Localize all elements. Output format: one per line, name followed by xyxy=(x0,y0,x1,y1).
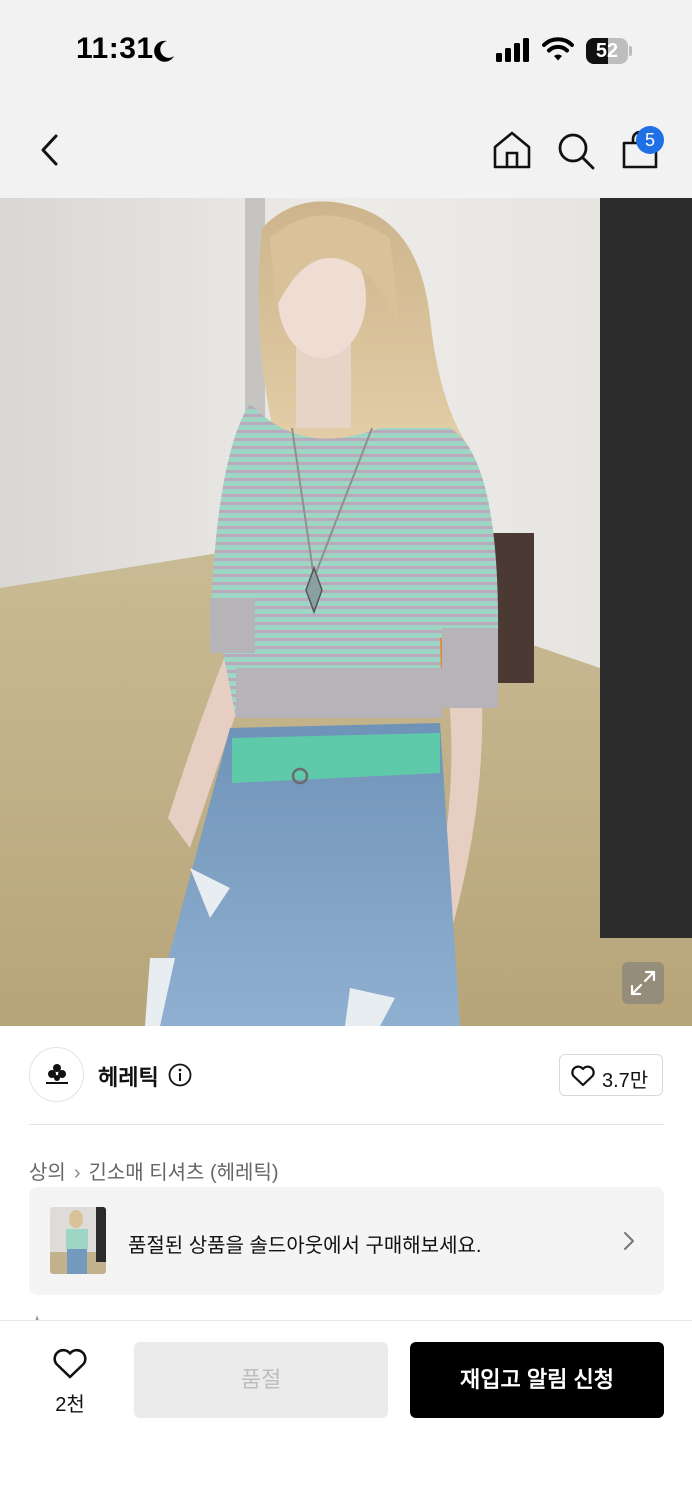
restock-alert-button[interactable]: 재입고 알림 신청 xyxy=(410,1342,664,1418)
breadcrumb-subcategory[interactable]: 긴소매 티셔츠 (헤레틱) xyxy=(88,1156,278,1185)
back-icon[interactable] xyxy=(36,132,64,168)
brand-like-button[interactable]: 3.7만 xyxy=(559,1054,663,1096)
wishlist-count: 2천 xyxy=(55,1394,85,1416)
product-image[interactable] xyxy=(0,198,692,1026)
home-icon[interactable] xyxy=(492,130,532,170)
soldout-button: 품절 xyxy=(134,1342,388,1418)
peeking-content: ★ xyxy=(29,1312,45,1320)
banner-thumbnail xyxy=(50,1207,106,1274)
brand-logo[interactable] xyxy=(29,1047,84,1102)
soldout-redirect-banner[interactable]: 품절된 상품을 솔드아웃에서 구매해보세요. xyxy=(29,1187,664,1295)
info-icon[interactable] xyxy=(168,1063,192,1087)
breadcrumb: 상의 › 긴소매 티셔츠 (헤레틱) xyxy=(29,1156,279,1185)
wishlist-button[interactable]: 2천 xyxy=(40,1342,100,1418)
expand-icon xyxy=(630,970,656,996)
search-icon[interactable] xyxy=(556,131,596,171)
divider xyxy=(29,1124,664,1125)
expand-image-button[interactable] xyxy=(622,962,664,1004)
wifi-icon xyxy=(542,37,574,61)
brand-like-count: 3.7만 xyxy=(602,1070,649,1092)
battery-percent: 52 xyxy=(595,40,619,62)
cart-count-badge: 5 xyxy=(636,126,664,154)
brand-name[interactable]: 헤레틱 xyxy=(98,1060,159,1092)
banner-text: 품절된 상품을 솔드아웃에서 구매해보세요. xyxy=(128,1235,482,1257)
battery-icon: 52 xyxy=(586,38,632,64)
chevron-right-icon xyxy=(624,1232,634,1250)
breadcrumb-category[interactable]: 상의 xyxy=(29,1156,66,1185)
heart-icon xyxy=(53,1348,87,1379)
brand-logo-mark xyxy=(46,1064,68,1084)
status-time: 11:31 xyxy=(76,32,154,65)
chevron-right-icon: › xyxy=(73,1162,81,1184)
heart-icon xyxy=(571,1065,595,1087)
moon-icon xyxy=(154,40,174,62)
cellular-signal-icon xyxy=(496,38,529,62)
